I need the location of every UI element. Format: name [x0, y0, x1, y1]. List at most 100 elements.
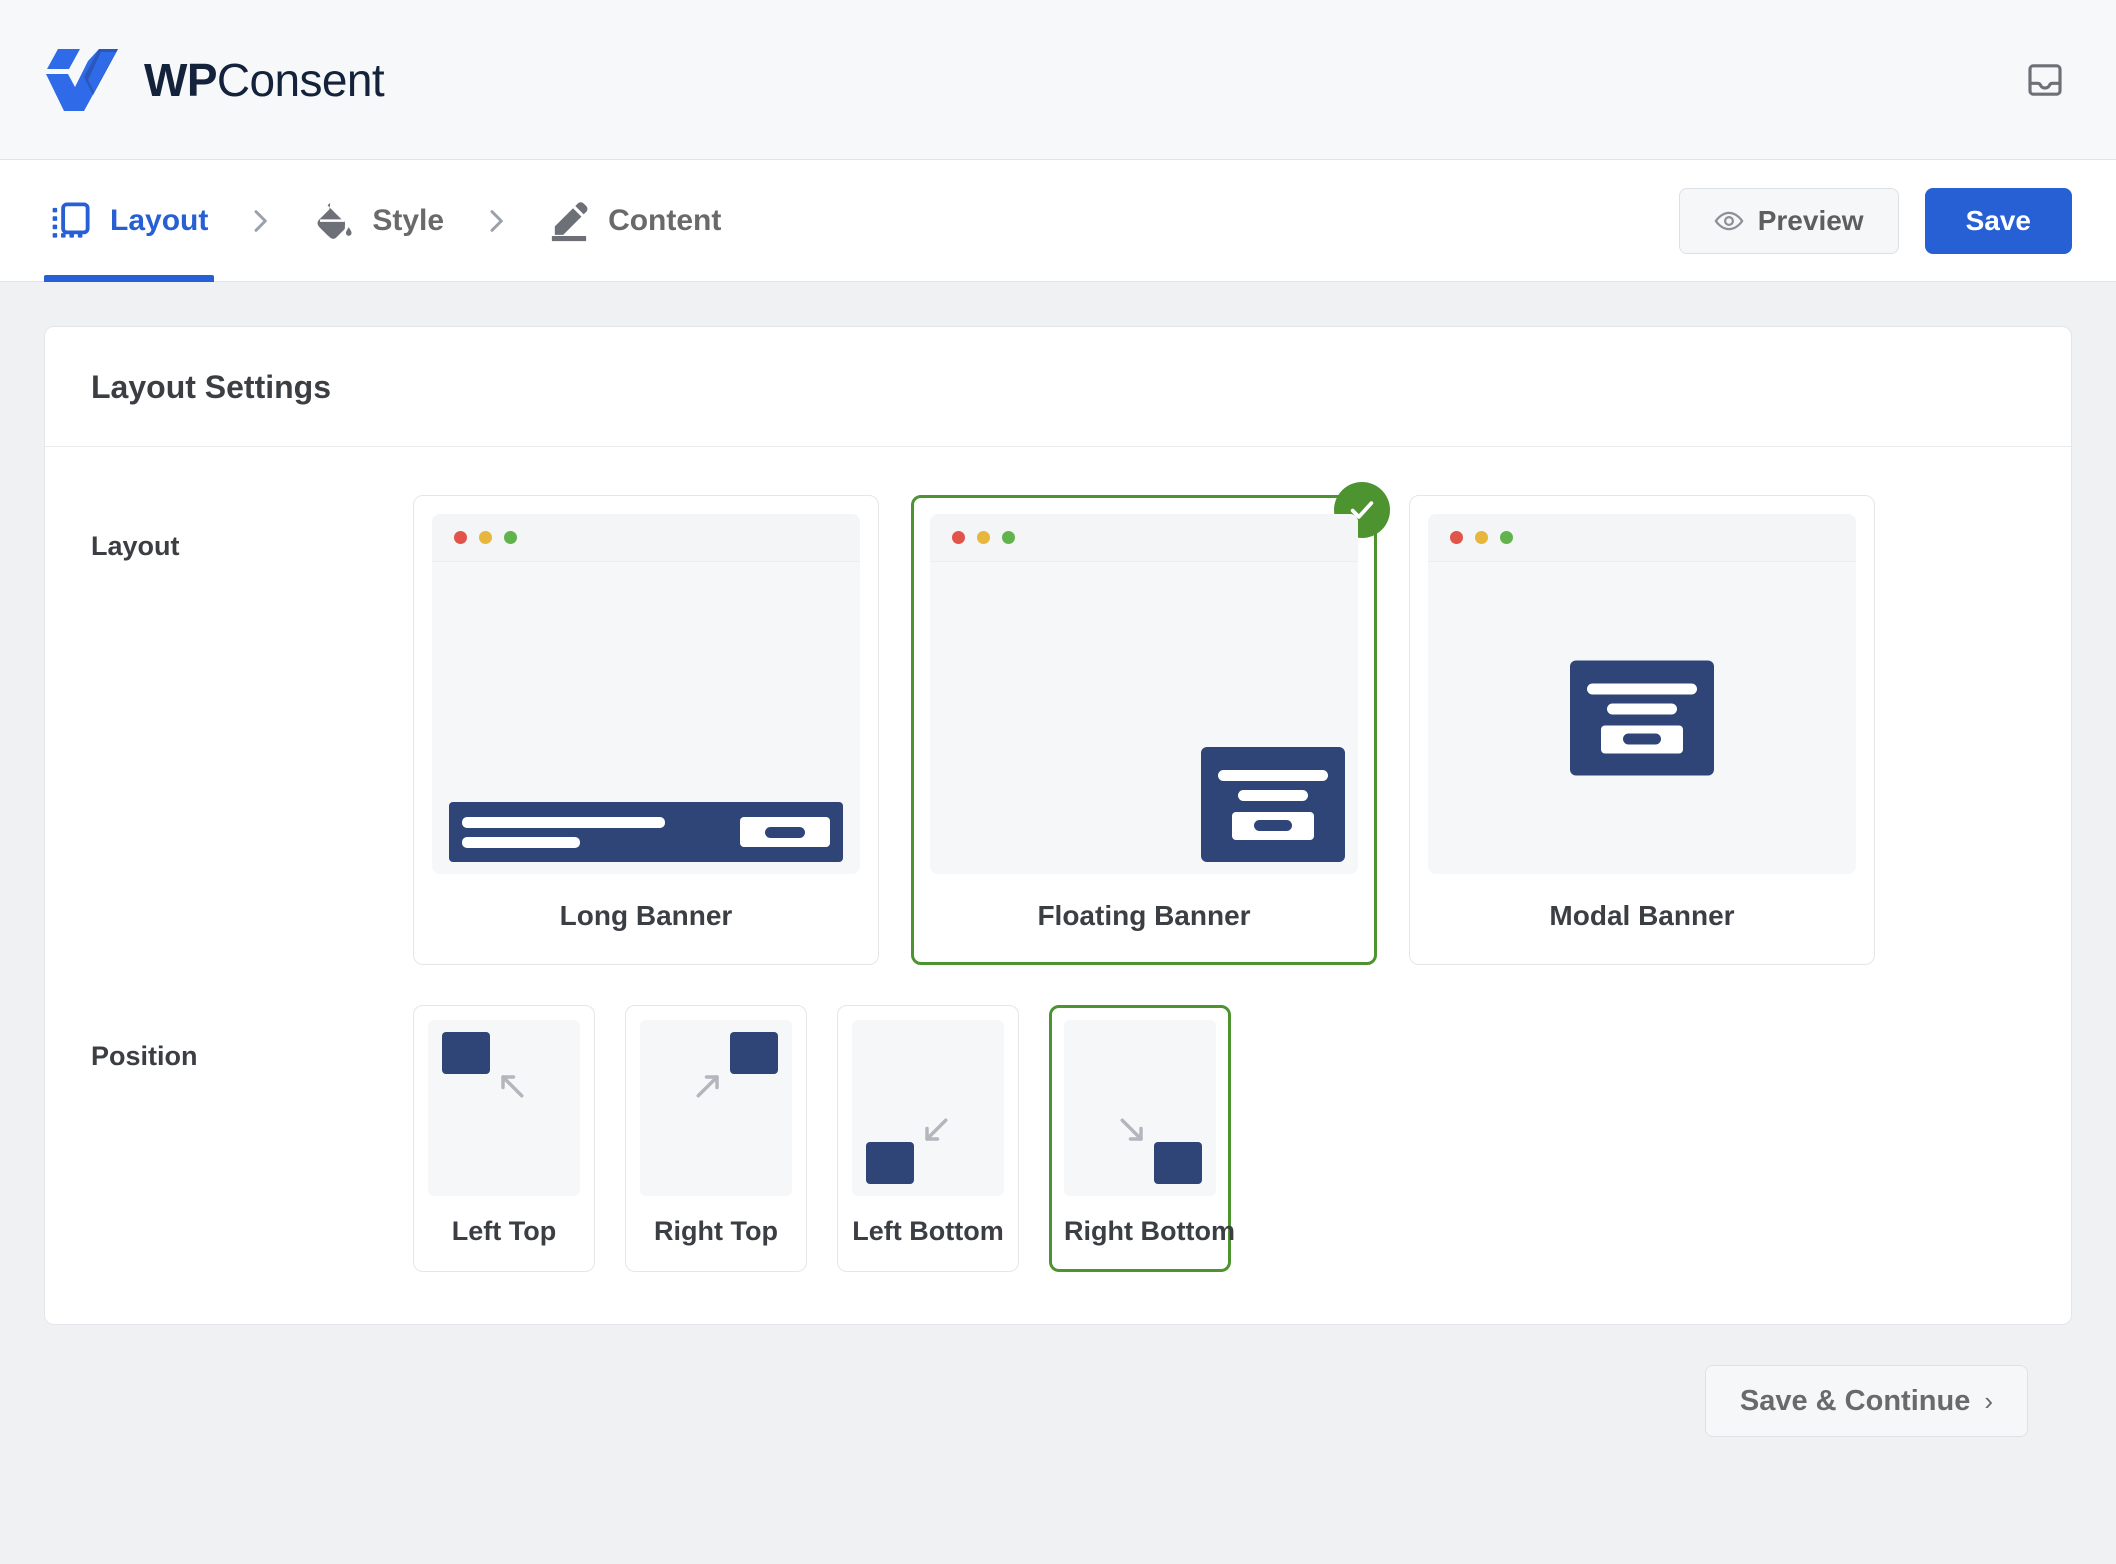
chevron-right-icon-3: › [1984, 1386, 1993, 1417]
layout-option-long-banner[interactable]: Long Banner [413, 495, 879, 965]
position-row-field: Left Top Right Top [413, 1005, 2025, 1272]
tab-content[interactable]: Content [542, 160, 727, 281]
mock-line [1607, 703, 1677, 714]
wpconsent-logo-icon [44, 47, 118, 113]
header-actions [2018, 53, 2072, 107]
page-title: Layout Settings [91, 369, 2025, 406]
browser-viewport [432, 562, 860, 874]
mock-banner-box [442, 1032, 490, 1074]
position-option-label: Right Bottom [1064, 1196, 1216, 1269]
tab-style-label: Style [372, 204, 444, 238]
mock-accept-button [1232, 812, 1314, 840]
traffic-light-yellow-icon [479, 531, 492, 544]
position-option-left-bottom[interactable]: Left Bottom [837, 1005, 1019, 1272]
position-option-right-top[interactable]: Right Top [625, 1005, 807, 1272]
eye-icon [1714, 206, 1744, 236]
mock-banner-box [866, 1142, 914, 1184]
chevron-right-icon [214, 205, 306, 237]
traffic-light-red-icon [454, 531, 467, 544]
layout-option-label: Long Banner [432, 874, 860, 962]
mock-line [462, 837, 580, 848]
layout-option-modal-banner[interactable]: Modal Banner [1409, 495, 1875, 965]
position-option-group: Left Top Right Top [413, 1005, 2025, 1272]
layout-icon [50, 200, 92, 242]
position-preview [640, 1020, 792, 1196]
browser-viewport [1428, 562, 1856, 874]
save-and-continue-button[interactable]: Save & Continue › [1705, 1365, 2028, 1437]
pencil-icon [548, 200, 590, 242]
save-button-label: Save [1966, 205, 2031, 237]
position-option-label: Left Top [428, 1196, 580, 1269]
position-option-right-bottom[interactable]: Right Bottom [1049, 1005, 1231, 1272]
mock-long-banner [449, 802, 843, 862]
mock-modal-banner [1570, 661, 1714, 776]
preview-button[interactable]: Preview [1679, 188, 1899, 254]
layout-row-label: Layout [91, 495, 413, 562]
mock-line [1587, 683, 1697, 694]
layout-settings-card: Layout Settings Layout [44, 326, 2072, 1325]
mock-line [1238, 790, 1308, 801]
save-and-continue-label: Save & Continue [1740, 1385, 1970, 1418]
tab-content-label: Content [608, 204, 721, 238]
page-content: Layout Settings Layout [0, 282, 2116, 1437]
brand: WPConsent [44, 47, 384, 113]
layout-settings-body: Layout [45, 447, 2071, 1324]
mock-floating-banner [1201, 747, 1345, 862]
browser-viewport [930, 562, 1358, 874]
modal-banner-preview [1428, 514, 1856, 874]
page-footer: Save & Continue › [44, 1325, 2072, 1437]
traffic-light-red-icon [952, 531, 965, 544]
traffic-light-yellow-icon [977, 531, 990, 544]
paint-bucket-icon [312, 200, 354, 242]
position-preview [852, 1020, 1004, 1196]
chevron-right-icon-2 [450, 205, 542, 237]
browser-titlebar [930, 514, 1358, 562]
arrow-up-right-icon [690, 1068, 726, 1104]
layout-row: Layout [91, 495, 2025, 965]
app-header: WPConsent [0, 0, 2116, 160]
floating-banner-preview [930, 514, 1358, 874]
tab-style[interactable]: Style [306, 160, 450, 281]
layout-option-floating-banner[interactable]: Floating Banner [911, 495, 1377, 965]
wizard-tabs: Layout Style [44, 160, 727, 281]
brand-name-wp: WP [144, 54, 217, 106]
brand-name-consent: Consent [217, 54, 384, 106]
arrow-down-right-icon [1114, 1112, 1150, 1148]
position-option-label: Right Top [640, 1196, 792, 1269]
browser-titlebar [432, 514, 860, 562]
mock-accept-button [1601, 725, 1683, 753]
save-button[interactable]: Save [1925, 188, 2072, 254]
browser-titlebar [1428, 514, 1856, 562]
brand-name: WPConsent [144, 53, 384, 107]
mock-accept-button [740, 817, 830, 847]
tab-layout[interactable]: Layout [44, 160, 214, 281]
layout-row-field: Long Banner [413, 495, 2025, 965]
layout-option-label: Floating Banner [930, 874, 1358, 962]
position-preview [1064, 1020, 1216, 1196]
traffic-light-green-icon [1002, 531, 1015, 544]
mock-line [1218, 770, 1328, 781]
wizard-tabbar: Layout Style [0, 160, 2116, 282]
position-row-label: Position [91, 1005, 413, 1072]
tab-layout-label: Layout [110, 204, 208, 238]
position-row: Position Left Top [91, 1005, 2025, 1272]
layout-settings-header: Layout Settings [45, 327, 2071, 447]
traffic-light-yellow-icon [1475, 531, 1488, 544]
arrow-up-left-icon [494, 1068, 530, 1104]
layout-option-group: Long Banner [413, 495, 2025, 965]
position-preview [428, 1020, 580, 1196]
traffic-light-green-icon [504, 531, 517, 544]
mock-line [462, 817, 665, 828]
long-banner-preview [432, 514, 860, 874]
position-option-left-top[interactable]: Left Top [413, 1005, 595, 1272]
traffic-light-green-icon [1500, 531, 1513, 544]
position-option-label: Left Bottom [852, 1196, 1004, 1269]
traffic-light-red-icon [1450, 531, 1463, 544]
inbox-icon[interactable] [2018, 53, 2072, 107]
mock-banner-box [730, 1032, 778, 1074]
mock-banner-box [1154, 1142, 1202, 1184]
mock-text-lines [462, 817, 665, 848]
layout-option-label: Modal Banner [1428, 874, 1856, 962]
arrow-down-left-icon [918, 1112, 954, 1148]
preview-button-label: Preview [1758, 205, 1864, 237]
